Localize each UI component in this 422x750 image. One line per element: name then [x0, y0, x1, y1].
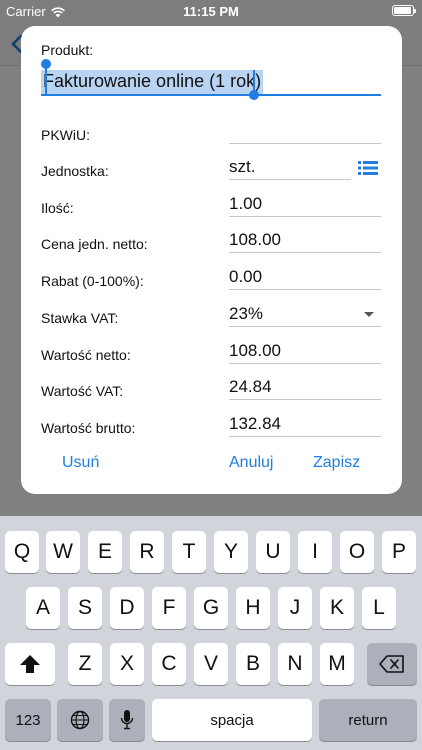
net-value-input[interactable]: 108.00: [229, 338, 381, 364]
numbers-key[interactable]: 123: [5, 699, 51, 741]
vat-value-label: Wartość VAT:: [41, 383, 124, 399]
vat-value-input[interactable]: 24.84: [229, 374, 381, 400]
delete-button[interactable]: Usuń: [62, 454, 99, 472]
globe-key[interactable]: [57, 699, 103, 741]
key-m[interactable]: M: [320, 643, 354, 685]
status-time: 11:15 PM: [183, 4, 239, 19]
discount-label: Rabat (0-100%):: [41, 273, 144, 289]
row-unit-price: Cena jedn. netto: 108.00: [21, 221, 402, 257]
net-value-label: Wartość netto:: [41, 347, 131, 363]
key-y[interactable]: Y: [214, 531, 248, 573]
shift-arrow-icon: [20, 655, 40, 673]
key-b[interactable]: B: [236, 643, 270, 685]
vat-rate-select[interactable]: 23%: [229, 301, 381, 327]
quantity-input[interactable]: 1.00: [229, 191, 381, 217]
key-k[interactable]: K: [320, 587, 354, 629]
key-w[interactable]: W: [46, 531, 80, 573]
row-net-value: Wartość netto: 108.00: [21, 332, 402, 368]
pkwiu-input[interactable]: [229, 118, 381, 144]
key-o[interactable]: O: [340, 531, 374, 573]
row-vat-value: Wartość VAT: 24.84: [21, 368, 402, 404]
key-d[interactable]: D: [110, 587, 144, 629]
key-g[interactable]: G: [194, 587, 228, 629]
key-j[interactable]: J: [278, 587, 312, 629]
unit-label: Jednostka:: [41, 163, 109, 179]
selection-start-bar: [45, 66, 47, 96]
quantity-label: Ilość:: [41, 200, 74, 216]
key-n[interactable]: N: [278, 643, 312, 685]
space-key[interactable]: spacja: [152, 699, 312, 741]
selection-end-handle[interactable]: [249, 90, 259, 100]
unit-input[interactable]: szt.: [229, 154, 351, 180]
unit-price-label: Cena jedn. netto:: [41, 236, 148, 252]
on-screen-keyboard: Q W E R T Y U I O P A S D F G H J K L Z …: [0, 516, 422, 750]
key-l[interactable]: L: [362, 587, 396, 629]
vat-rate-label: Stawka VAT:: [41, 310, 119, 326]
backspace-key[interactable]: [367, 643, 417, 685]
product-value-selected[interactable]: Fakturowanie online (1 rok): [41, 70, 264, 94]
row-discount: Rabat (0-100%): 0.00: [21, 258, 402, 294]
list-icon[interactable]: [358, 160, 378, 176]
row-pkwiu: PKWiU:: [21, 112, 402, 148]
unit-price-input[interactable]: 108.00: [229, 227, 381, 253]
invoice-item-dialog: Produkt: Fakturowanie online (1 rok) PKW…: [21, 26, 402, 494]
status-bar: Carrier 11:15 PM: [0, 0, 422, 22]
key-p[interactable]: P: [382, 531, 416, 573]
battery-icon: [392, 5, 416, 16]
key-i[interactable]: I: [298, 531, 332, 573]
row-unit: Jednostka: szt.: [21, 148, 402, 184]
key-f[interactable]: F: [152, 587, 186, 629]
return-key[interactable]: return: [319, 699, 417, 741]
key-a[interactable]: A: [26, 587, 60, 629]
key-u[interactable]: U: [256, 531, 290, 573]
microphone-key[interactable]: [109, 699, 145, 741]
key-t[interactable]: T: [172, 531, 206, 573]
key-s[interactable]: S: [68, 587, 102, 629]
discount-input[interactable]: 0.00: [229, 264, 381, 290]
key-r[interactable]: R: [130, 531, 164, 573]
microphone-icon: [120, 710, 134, 730]
product-label: Produkt:: [41, 42, 94, 58]
shift-key[interactable]: [5, 643, 55, 685]
backspace-icon: [379, 655, 404, 673]
save-button[interactable]: Zapisz: [313, 454, 360, 472]
pkwiu-label: PKWiU:: [41, 127, 90, 143]
key-e[interactable]: E: [88, 531, 122, 573]
key-v[interactable]: V: [194, 643, 228, 685]
caret-down-icon[interactable]: [364, 312, 374, 317]
product-field[interactable]: Fakturowanie online (1 rok): [41, 70, 381, 96]
row-vat-rate: Stawka VAT: 23%: [21, 295, 402, 331]
key-z[interactable]: Z: [68, 643, 102, 685]
gross-value-input[interactable]: 132.84: [229, 411, 381, 437]
cancel-button[interactable]: Anuluj: [229, 454, 273, 472]
key-x[interactable]: X: [110, 643, 144, 685]
row-quantity: Ilość: 1.00: [21, 185, 402, 221]
row-gross-value: Wartość brutto: 132.84: [21, 405, 402, 441]
key-h[interactable]: H: [236, 587, 270, 629]
gross-value-label: Wartość brutto:: [41, 420, 136, 436]
key-c[interactable]: C: [152, 643, 186, 685]
globe-icon: [70, 710, 90, 730]
key-q[interactable]: Q: [5, 531, 39, 573]
